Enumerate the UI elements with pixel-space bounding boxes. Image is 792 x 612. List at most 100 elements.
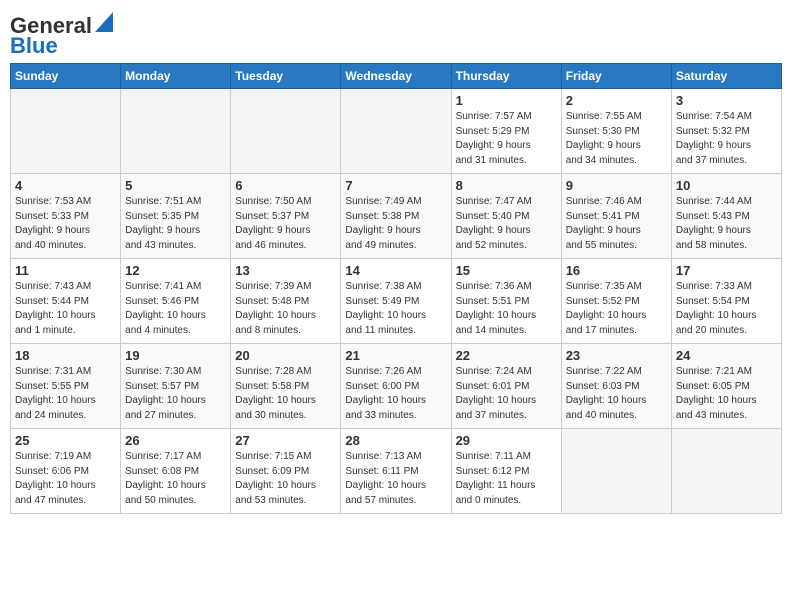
day-info: Sunrise: 7:50 AM Sunset: 5:37 PM Dayligh… [235, 195, 336, 253]
day-number: 10 [676, 178, 777, 193]
day-info: Sunrise: 7:54 AM Sunset: 5:32 PM Dayligh… [676, 110, 777, 168]
day-info: Sunrise: 7:38 AM Sunset: 5:49 PM Dayligh… [345, 280, 446, 338]
calendar-cell: 29 Sunrise: 7:11 AM Sunset: 6:12 PM Dayli… [451, 429, 561, 514]
day-number: 26 [125, 433, 226, 448]
day-info: Sunrise: 7:30 AM Sunset: 5:57 PM Dayligh… [125, 365, 226, 423]
calendar-cell: 4 Sunrise: 7:53 AM Sunset: 5:33 PM Daylig… [11, 174, 121, 259]
day-info: Sunrise: 7:43 AM Sunset: 5:44 PM Dayligh… [15, 280, 116, 338]
week-row-5: 25 Sunrise: 7:19 AM Sunset: 6:06 PM Dayli… [11, 429, 782, 514]
calendar-cell [671, 429, 781, 514]
calendar-cell: 22 Sunrise: 7:24 AM Sunset: 6:01 PM Dayli… [451, 344, 561, 429]
day-info: Sunrise: 7:15 AM Sunset: 6:09 PM Dayligh… [235, 450, 336, 508]
day-info: Sunrise: 7:31 AM Sunset: 5:55 PM Dayligh… [15, 365, 116, 423]
day-number: 2 [566, 93, 667, 108]
weekday-header-row: SundayMondayTuesdayWednesdayThursdayFrid… [11, 64, 782, 89]
day-number: 19 [125, 348, 226, 363]
weekday-header-tuesday: Tuesday [231, 64, 341, 89]
calendar-cell: 18 Sunrise: 7:31 AM Sunset: 5:55 PM Dayli… [11, 344, 121, 429]
calendar-cell: 16 Sunrise: 7:35 AM Sunset: 5:52 PM Dayli… [561, 259, 671, 344]
day-number: 20 [235, 348, 336, 363]
calendar-cell: 7 Sunrise: 7:49 AM Sunset: 5:38 PM Daylig… [341, 174, 451, 259]
day-info: Sunrise: 7:11 AM Sunset: 6:12 PM Dayligh… [456, 450, 557, 508]
calendar-cell [11, 89, 121, 174]
day-info: Sunrise: 7:35 AM Sunset: 5:52 PM Dayligh… [566, 280, 667, 338]
weekday-header-wednesday: Wednesday [341, 64, 451, 89]
day-number: 29 [456, 433, 557, 448]
calendar-cell: 25 Sunrise: 7:19 AM Sunset: 6:06 PM Dayli… [11, 429, 121, 514]
calendar-cell: 28Sunrise: 7:13 AM Sunset: 6:11 PM Dayli… [341, 429, 451, 514]
day-number: 15 [456, 263, 557, 278]
calendar-cell: 19 Sunrise: 7:30 AM Sunset: 5:57 PM Dayli… [121, 344, 231, 429]
day-info: Sunrise: 7:51 AM Sunset: 5:35 PM Dayligh… [125, 195, 226, 253]
calendar-cell: 1 Sunrise: 7:57 AM Sunset: 5:29 PM Daylig… [451, 89, 561, 174]
calendar-cell: 24Sunrise: 7:21 AM Sunset: 6:05 PM Dayli… [671, 344, 781, 429]
logo-icon [95, 12, 113, 32]
calendar-cell: 2 Sunrise: 7:55 AM Sunset: 5:30 PM Daylig… [561, 89, 671, 174]
calendar-cell: 8Sunrise: 7:47 AM Sunset: 5:40 PM Daylig… [451, 174, 561, 259]
day-number: 4 [15, 178, 116, 193]
day-info: Sunrise: 7:13 AM Sunset: 6:11 PM Dayligh… [345, 450, 446, 508]
calendar-cell: 17Sunrise: 7:33 AM Sunset: 5:54 PM Dayli… [671, 259, 781, 344]
day-info: Sunrise: 7:36 AM Sunset: 5:51 PM Dayligh… [456, 280, 557, 338]
calendar-cell: 13 Sunrise: 7:39 AM Sunset: 5:48 PM Dayli… [231, 259, 341, 344]
day-number: 11 [15, 263, 116, 278]
logo-text2: Blue [10, 35, 58, 57]
calendar-table: SundayMondayTuesdayWednesdayThursdayFrid… [10, 63, 782, 514]
calendar-cell: 21 Sunrise: 7:26 AM Sunset: 6:00 PM Dayli… [341, 344, 451, 429]
day-info: Sunrise: 7:41 AM Sunset: 5:46 PM Dayligh… [125, 280, 226, 338]
day-number: 27 [235, 433, 336, 448]
calendar-cell: 9 Sunrise: 7:46 AM Sunset: 5:41 PM Daylig… [561, 174, 671, 259]
day-info: Sunrise: 7:57 AM Sunset: 5:29 PM Dayligh… [456, 110, 557, 168]
day-info: Sunrise: 7:44 AM Sunset: 5:43 PM Dayligh… [676, 195, 777, 253]
day-number: 22 [456, 348, 557, 363]
day-number: 6 [235, 178, 336, 193]
day-info: Sunrise: 7:53 AM Sunset: 5:33 PM Dayligh… [15, 195, 116, 253]
day-info: Sunrise: 7:47 AM Sunset: 5:40 PM Dayligh… [456, 195, 557, 253]
day-number: 1 [456, 93, 557, 108]
day-number: 25 [15, 433, 116, 448]
day-number: 21 [345, 348, 446, 363]
day-number: 24 [676, 348, 777, 363]
day-info: Sunrise: 7:49 AM Sunset: 5:38 PM Dayligh… [345, 195, 446, 253]
day-info: Sunrise: 7:39 AM Sunset: 5:48 PM Dayligh… [235, 280, 336, 338]
day-number: 12 [125, 263, 226, 278]
day-info: Sunrise: 7:55 AM Sunset: 5:30 PM Dayligh… [566, 110, 667, 168]
week-row-4: 18 Sunrise: 7:31 AM Sunset: 5:55 PM Dayli… [11, 344, 782, 429]
day-number: 14 [345, 263, 446, 278]
weekday-header-saturday: Saturday [671, 64, 781, 89]
calendar-cell: 23Sunrise: 7:22 AM Sunset: 6:03 PM Dayli… [561, 344, 671, 429]
day-number: 16 [566, 263, 667, 278]
day-number: 18 [15, 348, 116, 363]
day-number: 13 [235, 263, 336, 278]
calendar-cell: 11 Sunrise: 7:43 AM Sunset: 5:44 PM Dayli… [11, 259, 121, 344]
page-header: General Blue [10, 10, 782, 57]
week-row-3: 11 Sunrise: 7:43 AM Sunset: 5:44 PM Dayli… [11, 259, 782, 344]
day-info: Sunrise: 7:24 AM Sunset: 6:01 PM Dayligh… [456, 365, 557, 423]
calendar-cell [561, 429, 671, 514]
day-info: Sunrise: 7:28 AM Sunset: 5:58 PM Dayligh… [235, 365, 336, 423]
day-info: Sunrise: 7:19 AM Sunset: 6:06 PM Dayligh… [15, 450, 116, 508]
calendar-cell: 3 Sunrise: 7:54 AM Sunset: 5:32 PM Daylig… [671, 89, 781, 174]
calendar-cell: 6 Sunrise: 7:50 AM Sunset: 5:37 PM Daylig… [231, 174, 341, 259]
calendar-cell: 5 Sunrise: 7:51 AM Sunset: 5:35 PM Daylig… [121, 174, 231, 259]
day-number: 9 [566, 178, 667, 193]
day-number: 7 [345, 178, 446, 193]
week-row-2: 4 Sunrise: 7:53 AM Sunset: 5:33 PM Daylig… [11, 174, 782, 259]
day-info: Sunrise: 7:46 AM Sunset: 5:41 PM Dayligh… [566, 195, 667, 253]
calendar-cell [231, 89, 341, 174]
day-info: Sunrise: 7:22 AM Sunset: 6:03 PM Dayligh… [566, 365, 667, 423]
day-info: Sunrise: 7:33 AM Sunset: 5:54 PM Dayligh… [676, 280, 777, 338]
day-number: 3 [676, 93, 777, 108]
weekday-header-monday: Monday [121, 64, 231, 89]
calendar-cell: 14 Sunrise: 7:38 AM Sunset: 5:49 PM Dayli… [341, 259, 451, 344]
calendar-cell: 12 Sunrise: 7:41 AM Sunset: 5:46 PM Dayli… [121, 259, 231, 344]
calendar-cell [121, 89, 231, 174]
day-info: Sunrise: 7:26 AM Sunset: 6:00 PM Dayligh… [345, 365, 446, 423]
calendar-cell: 10 Sunrise: 7:44 AM Sunset: 5:43 PM Dayli… [671, 174, 781, 259]
weekday-header-friday: Friday [561, 64, 671, 89]
week-row-1: 1 Sunrise: 7:57 AM Sunset: 5:29 PM Daylig… [11, 89, 782, 174]
day-number: 5 [125, 178, 226, 193]
calendar-cell [341, 89, 451, 174]
calendar-cell: 20 Sunrise: 7:28 AM Sunset: 5:58 PM Dayli… [231, 344, 341, 429]
calendar-cell: 27 Sunrise: 7:15 AM Sunset: 6:09 PM Dayli… [231, 429, 341, 514]
